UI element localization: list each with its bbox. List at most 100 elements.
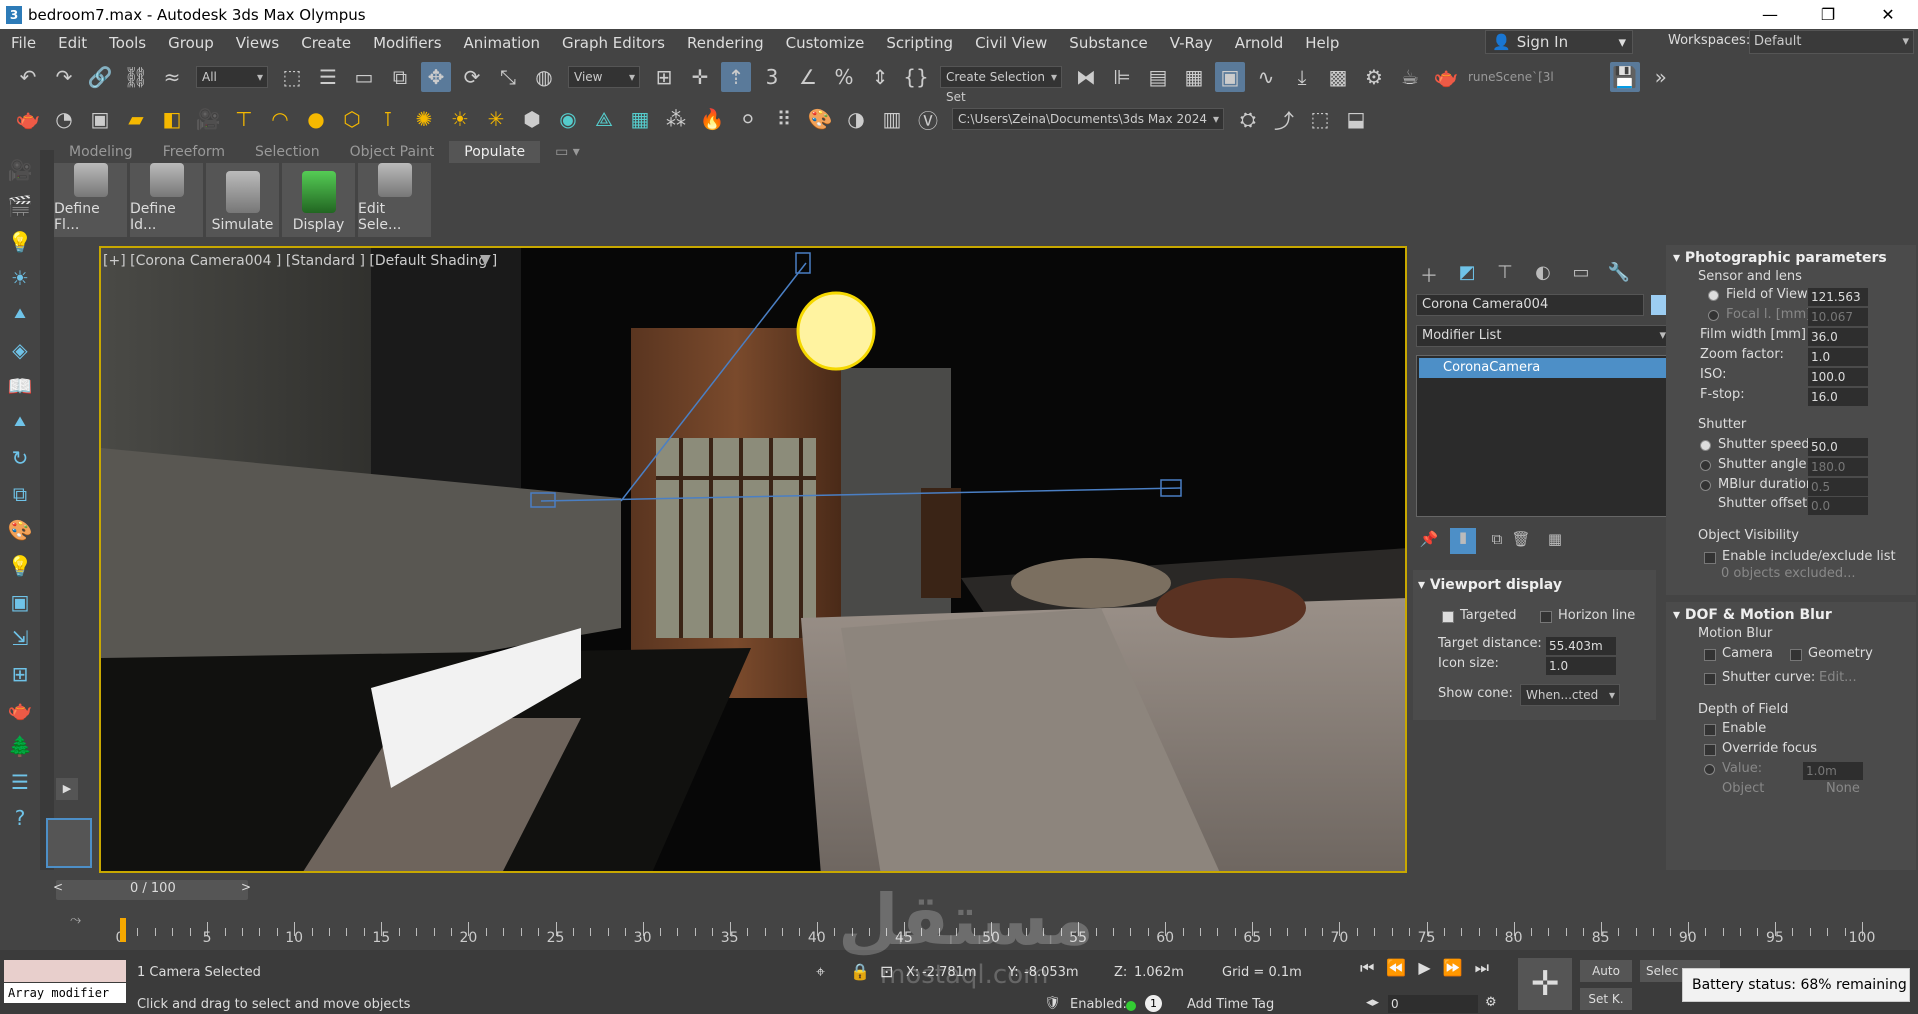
tab-freeform[interactable]: Freeform <box>148 141 240 163</box>
z-coord-value[interactable]: 1.062m <box>1134 965 1184 980</box>
helper-icon[interactable]: ◈ <box>4 334 36 366</box>
go-to-start-icon[interactable]: ⏮ <box>1360 958 1374 980</box>
menu-arnold[interactable]: Arnold <box>1224 34 1295 52</box>
frame-buffer-icon[interactable]: ▥ <box>877 104 907 134</box>
menu-graph-editors[interactable]: Graph Editors <box>551 34 676 52</box>
make-unique-icon[interactable]: ⧉ <box>1484 530 1510 556</box>
object-name-field[interactable]: Corona Camera004 <box>1416 294 1644 316</box>
fstop-spinner[interactable]: 16.0 <box>1808 388 1868 406</box>
bind-spacewarp-icon[interactable]: ≈ <box>157 62 187 92</box>
render-elements-icon[interactable]: ◑ <box>841 104 871 134</box>
show-end-result-icon[interactable]: ▮ <box>1450 528 1476 554</box>
save-scene-icon[interactable]: 💾 <box>1609 62 1640 92</box>
help-icon[interactable]: ? <box>4 802 36 834</box>
current-time-marker[interactable] <box>120 918 126 942</box>
named-selection-dropdown[interactable]: Create Selection Set <box>940 66 1062 104</box>
geometry-mb-checkbox[interactable] <box>1790 649 1802 661</box>
close-button[interactable]: ✕ <box>1860 0 1916 29</box>
reference-coordinate-dropdown[interactable]: View <box>568 66 640 88</box>
list-icon[interactable]: ☰ <box>4 766 36 798</box>
focal-spinner[interactable]: 10.067 <box>1808 308 1868 326</box>
hierarchy-tab-icon[interactable]: ⊤ <box>1492 262 1518 288</box>
display-tab-icon[interactable]: ▭ <box>1568 262 1594 288</box>
menu-create[interactable]: Create <box>290 34 362 52</box>
book-icon[interactable]: 📖 <box>4 370 36 402</box>
targeted-checkbox[interactable] <box>1442 611 1454 623</box>
snaps-toggle-icon[interactable]: 3 <box>757 62 787 92</box>
maximize-button[interactable]: ❐ <box>1800 0 1856 29</box>
fov-radio[interactable] <box>1708 290 1719 301</box>
viewport-thumbnail[interactable] <box>46 818 92 868</box>
tab-object-paint[interactable]: Object Paint <box>335 141 450 163</box>
motion-tab-icon[interactable]: ◐ <box>1530 262 1556 288</box>
add-time-tag-label[interactable]: Add Time Tag <box>1187 997 1274 1012</box>
select-manipulate-icon[interactable]: ✛ <box>685 62 715 92</box>
modifier-list-dropdown[interactable]: Modifier List <box>1416 325 1671 347</box>
move-icon[interactable]: ✥ <box>421 62 451 92</box>
sky-icon[interactable]: ✳ <box>481 104 511 134</box>
project-path-dropdown[interactable]: C:\Users\Zeina\Documents\3ds Max 2024 <box>952 108 1224 130</box>
grid-object-icon[interactable]: ▦ <box>625 104 655 134</box>
camera-mb-checkbox[interactable] <box>1704 649 1716 661</box>
teapot-icon[interactable]: 🫖 <box>13 104 43 134</box>
proxy-icon[interactable]: ⬢ <box>517 104 547 134</box>
fov-spinner[interactable]: 121.563 <box>1808 288 1868 306</box>
link-icon[interactable]: 🔗 <box>85 62 115 92</box>
scale-icon[interactable]: ⤡ <box>493 62 523 92</box>
play-icon[interactable]: ▶ <box>1418 958 1430 980</box>
film-width-spinner[interactable]: 36.0 <box>1808 328 1868 346</box>
undo-icon[interactable]: ↶ <box>13 62 43 92</box>
configure-sets-icon[interactable]: ▦ <box>1542 530 1568 556</box>
walkthrough-icon[interactable]: 🎥 <box>4 154 36 186</box>
teapot-tool-icon[interactable]: 🫖 <box>4 694 36 726</box>
curve-editor-icon[interactable]: ∿ <box>1251 62 1281 92</box>
simulate-button[interactable]: Simulate <box>206 163 279 237</box>
unlink-icon[interactable]: ⛓ <box>121 62 151 92</box>
focus-value-radio[interactable] <box>1704 764 1715 775</box>
selection-lock-icon[interactable]: 🔒 <box>850 962 870 981</box>
menu-file[interactable]: File <box>0 34 47 52</box>
dof-title[interactable]: ▾ DOF & Motion Blur <box>1673 607 1832 623</box>
create-tab-icon[interactable]: ＋ <box>1416 262 1442 288</box>
open-project-icon[interactable]: ⤴ <box>1269 104 1299 134</box>
shutter-angle-spinner[interactable]: 180.0 <box>1808 458 1868 476</box>
mirror-icon[interactable]: ⧓ <box>1071 62 1101 92</box>
fire-icon[interactable]: 🔥 <box>697 104 727 134</box>
focus-value-spinner[interactable]: 1.0m <box>1803 762 1863 780</box>
shutter-curve-edit-button[interactable]: Edit... <box>1819 670 1857 685</box>
menu-edit[interactable]: Edit <box>47 34 98 52</box>
dome-light-icon[interactable]: ◠ <box>265 104 295 134</box>
tab-selection[interactable]: Selection <box>240 141 335 163</box>
curve-editor-mini-icon[interactable]: ⤳ <box>70 912 81 928</box>
selection-filter-dropdown[interactable]: All <box>196 66 268 88</box>
mblur-radio[interactable] <box>1700 480 1711 491</box>
mblur-duration-spinner[interactable]: 0.5 <box>1808 478 1868 496</box>
iso-spinner[interactable]: 100.0 <box>1808 368 1868 386</box>
remove-modifier-icon[interactable]: 🗑 <box>1508 530 1534 556</box>
scatter-icon[interactable]: ⁂ <box>661 104 691 134</box>
ribbon-toggle-icon[interactable]: ▣ <box>1215 62 1245 92</box>
layer-icon[interactable]: ▰ <box>121 104 151 134</box>
palette-icon[interactable]: 🎨 <box>805 104 835 134</box>
show-cone-dropdown[interactable]: When...cted <box>1520 684 1620 706</box>
prev-frame-icon[interactable]: < <box>53 880 63 894</box>
focal-radio[interactable] <box>1708 310 1719 321</box>
camera-tools-icon[interactable]: 🎬 <box>4 190 36 222</box>
project-folder-icon[interactable]: ⛭ <box>1233 104 1263 134</box>
menu-civil-view[interactable]: Civil View <box>964 34 1058 52</box>
ies-light-icon[interactable]: ⊺ <box>373 104 403 134</box>
target-distance-spinner[interactable]: 55.403m <box>1546 637 1616 655</box>
rendered-frame-window-icon[interactable]: ☕ <box>1395 62 1425 92</box>
set-key-button[interactable]: Set K. <box>1580 988 1632 1010</box>
time-config-icon[interactable]: ⚙ <box>1485 995 1497 1010</box>
material-editor-icon[interactable]: ▩ <box>1323 62 1353 92</box>
previous-key-icon[interactable]: ⏪ <box>1386 958 1406 980</box>
objects-excluded-button[interactable]: 0 objects excluded... <box>1721 566 1856 581</box>
ribbon-options-icon[interactable]: ▭ ▾ <box>540 141 595 163</box>
fur-icon[interactable]: ◉ <box>553 104 583 134</box>
camera-layer-icon[interactable]: ◧ <box>157 104 187 134</box>
auto-key-button[interactable]: Auto <box>1580 960 1632 982</box>
key-mode-icon[interactable]: ◂▸ <box>1366 995 1379 1010</box>
shutter-offset-spinner[interactable]: 0.0 <box>1808 497 1868 515</box>
shutter-angle-radio[interactable] <box>1700 460 1711 471</box>
